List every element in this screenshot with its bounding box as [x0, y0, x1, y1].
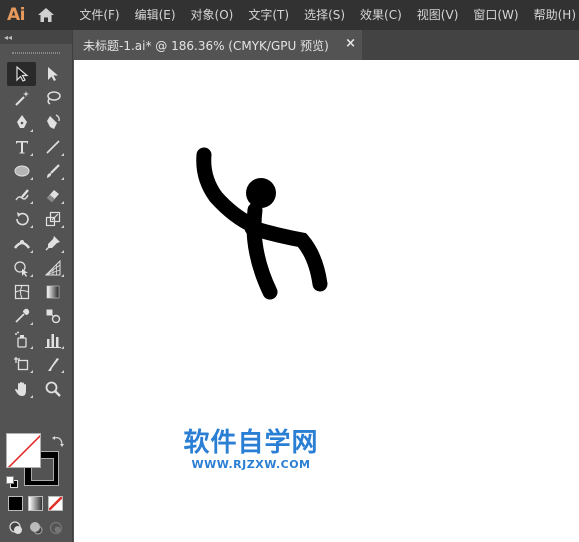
scale-tool-icon[interactable]	[38, 207, 67, 231]
artboard-canvas[interactable]: 软件自学网 WWW.RJZXW.COM	[74, 60, 579, 542]
menu-window[interactable]: 窗口(W)	[470, 0, 521, 30]
curvature-tool-icon[interactable]	[38, 110, 67, 134]
document-tab-label: 未标题-1.ai* @ 186.36% (CMYK/GPU 预览)	[83, 38, 329, 53]
artboard-tool-icon[interactable]	[7, 352, 36, 376]
fill-swatch[interactable]	[6, 433, 41, 468]
rotate-tool-icon[interactable]	[7, 207, 36, 231]
draw-normal-icon[interactable]	[8, 520, 24, 536]
line-segment-tool-icon[interactable]	[38, 135, 67, 159]
menu-effect[interactable]: 效果(C)	[357, 0, 405, 30]
ellipse-tool-icon[interactable]	[7, 159, 36, 183]
main-menu: 文件(F) 编辑(E) 对象(O) 文字(T) 选择(S) 效果(C) 视图(V…	[76, 0, 579, 30]
gradient-tool-icon[interactable]	[38, 280, 67, 304]
tools-panel: ◂◂	[0, 30, 73, 542]
swap-fill-stroke-icon[interactable]	[51, 433, 65, 447]
menu-type[interactable]: 文字(T)	[245, 0, 292, 30]
toolbar-grip[interactable]	[0, 44, 72, 62]
shaper-tool-icon[interactable]	[7, 183, 36, 207]
slice-tool-icon[interactable]	[38, 352, 67, 376]
magic-wand-tool-icon[interactable]	[7, 86, 36, 110]
hand-tool-icon[interactable]	[7, 376, 36, 400]
selection-tool-icon[interactable]	[7, 62, 36, 87]
default-fill-stroke-icon[interactable]	[6, 473, 18, 488]
eraser-tool-icon[interactable]	[38, 183, 67, 207]
draw-mode-buttons	[8, 520, 64, 536]
lasso-tool-icon[interactable]	[38, 86, 67, 110]
head-circle[interactable]	[246, 178, 276, 208]
puppet-warp-tool-icon[interactable]	[38, 231, 67, 255]
menu-edit[interactable]: 编辑(E)	[132, 0, 179, 30]
menu-bar: Ai 文件(F) 编辑(E) 对象(O) 文字(T) 选择(S) 效果(C) 视…	[0, 0, 579, 30]
shape-builder-tool-icon[interactable]	[7, 256, 36, 280]
menu-help[interactable]: 帮助(H)	[531, 0, 579, 30]
color-mode-buttons	[8, 496, 63, 511]
mesh-tool-icon[interactable]	[7, 280, 36, 304]
document-tab[interactable]: 未标题-1.ai* @ 186.36% (CMYK/GPU 预览) ×	[74, 30, 362, 60]
none-color-icon	[7, 434, 40, 467]
draw-inside-icon[interactable]	[48, 520, 64, 536]
blend-tool-icon[interactable]	[38, 304, 67, 328]
width-tool-icon[interactable]	[7, 231, 36, 255]
collapse-panel-button[interactable]: ◂◂	[4, 33, 12, 42]
toolbar-header: ◂◂	[0, 30, 72, 44]
perspective-grid-tool-icon[interactable]	[38, 256, 67, 280]
document-tab-bar: 未标题-1.ai* @ 186.36% (CMYK/GPU 预览) ×	[74, 30, 579, 60]
draw-behind-icon[interactable]	[28, 520, 44, 536]
watermark-url: WWW.RJZXW.COM	[191, 458, 311, 471]
color-mode-icon[interactable]	[8, 496, 23, 511]
close-tab-icon[interactable]: ×	[345, 36, 356, 51]
tool-grid	[0, 62, 72, 401]
watermark: 软件自学网 WWW.RJZXW.COM	[176, 428, 326, 472]
pen-tool-icon[interactable]	[7, 110, 36, 134]
column-graph-tool-icon[interactable]	[38, 328, 67, 352]
menu-view[interactable]: 视图(V)	[414, 0, 462, 30]
menu-file[interactable]: 文件(F)	[76, 0, 122, 30]
gradient-mode-icon[interactable]	[28, 496, 43, 511]
none-mode-icon[interactable]	[48, 496, 63, 511]
symbol-sprayer-tool-icon[interactable]	[7, 328, 36, 352]
zoom-tool-icon[interactable]	[38, 376, 67, 400]
menu-select[interactable]: 选择(S)	[301, 0, 348, 30]
eyedropper-tool-icon[interactable]	[7, 304, 36, 328]
type-tool-icon[interactable]	[7, 135, 36, 159]
stick-figure-artwork[interactable]	[74, 60, 579, 542]
paintbrush-tool-icon[interactable]	[38, 159, 67, 183]
app-logo: Ai	[6, 5, 25, 25]
direct-selection-tool-icon[interactable]	[38, 62, 67, 86]
fill-stroke-controls	[6, 433, 68, 489]
home-icon[interactable]	[32, 0, 60, 30]
watermark-title: 软件自学网	[183, 428, 319, 458]
menu-object[interactable]: 对象(O)	[188, 0, 237, 30]
